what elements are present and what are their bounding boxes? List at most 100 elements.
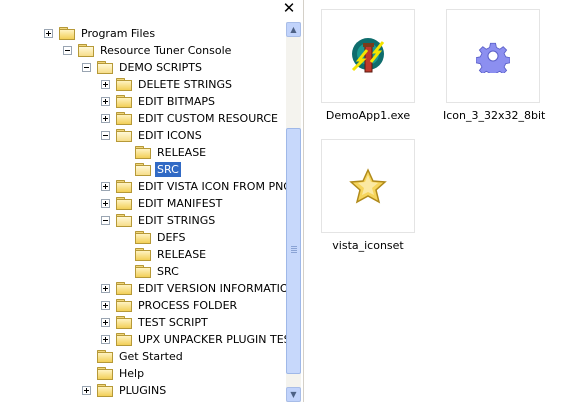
expand-toggle[interactable]: [101, 182, 110, 191]
folder-icon: [97, 384, 113, 397]
tree-node-plugins[interactable]: PLUGINS: [82, 382, 168, 399]
expand-toggle[interactable]: [101, 97, 110, 106]
file-view-pane: DemoApp1.exe Icon_3_32x32_8bit vista_ico…: [308, 0, 574, 402]
tree-node-defs[interactable]: DEFS: [120, 229, 188, 246]
folder-icon: [97, 350, 113, 363]
tree-node-label: Program Files: [81, 27, 156, 40]
expand-toggle[interactable]: [101, 284, 110, 293]
tree-node-process-folder[interactable]: PROCESS FOLDER: [101, 297, 239, 314]
file-label: Icon_3_32x32_8bit: [443, 109, 546, 122]
tree-node-src-selected[interactable]: SRC: [120, 161, 181, 178]
folder-icon: [116, 112, 132, 125]
file-item-icon-3[interactable]: Icon_3_32x32_8bit: [443, 9, 546, 122]
tree-node-resource-tuner-console[interactable]: Resource Tuner Console: [63, 42, 233, 59]
expand-toggle[interactable]: [44, 29, 53, 38]
tree-node-release[interactable]: RELEASE: [120, 246, 208, 263]
folder-icon: [135, 248, 151, 261]
tree-node-edit-icons[interactable]: EDIT ICONS: [101, 127, 204, 144]
folder-icon: [116, 197, 132, 210]
app-exe-icon: [351, 38, 385, 73]
expand-toggle[interactable]: [82, 386, 91, 395]
folder-icon: [97, 367, 113, 380]
tree-node-delete-strings[interactable]: DELETE STRINGS: [101, 76, 234, 93]
folder-icon: [116, 282, 132, 295]
folder-icon: [135, 265, 151, 278]
tree-node-label: UPX UNPACKER PLUGIN TEST: [138, 333, 286, 346]
collapse-toggle[interactable]: [82, 63, 91, 72]
folder-icon: [116, 180, 132, 193]
file-label: vista_iconset: [332, 239, 404, 252]
expand-toggle[interactable]: [101, 301, 110, 310]
tree-node-label: DELETE STRINGS: [138, 78, 232, 91]
collapse-toggle[interactable]: [63, 46, 72, 55]
tree-node-test-script[interactable]: TEST SCRIPT: [101, 314, 210, 331]
tree-node-src[interactable]: SRC: [120, 263, 181, 280]
tree-node-label: Get Started: [119, 350, 183, 363]
file-thumbnail: [446, 9, 540, 103]
tree-node-edit-custom-resource[interactable]: EDIT CUSTOM RESOURCE: [101, 110, 280, 127]
scrollbar-thumb[interactable]: [286, 128, 301, 374]
tree-node-demo-scripts[interactable]: DEMO SCRIPTS: [82, 59, 204, 76]
scroll-down-button[interactable]: ▼: [286, 387, 301, 402]
expand-toggle[interactable]: [101, 114, 110, 123]
collapse-toggle[interactable]: [101, 216, 110, 225]
tree-node-label: RELEASE: [157, 248, 207, 261]
tree-node-label: EDIT VERSION INFORMATION: [138, 282, 286, 295]
scrollbar-grip: [291, 246, 297, 253]
folder-icon: [116, 333, 132, 346]
tree-node-edit-vista-icon[interactable]: EDIT VISTA ICON FROM PNG: [101, 178, 286, 195]
tree-node-label: SRC: [155, 162, 181, 177]
folder-icon: [116, 78, 132, 91]
tree-node-help[interactable]: Help: [82, 365, 146, 382]
folder-tree: Program Files Resource Tuner Console DEM…: [0, 0, 286, 402]
tree-node-program-files[interactable]: Program Files: [44, 25, 157, 42]
tree-node-get-started[interactable]: Get Started: [82, 348, 185, 365]
star-icon: [349, 168, 387, 204]
tree-node-label: EDIT CUSTOM RESOURCE: [138, 112, 278, 125]
tree-node-edit-version-information[interactable]: EDIT VERSION INFORMATION: [101, 280, 286, 297]
folder-icon: [135, 231, 151, 244]
file-thumbnail: [321, 139, 415, 233]
expand-toggle[interactable]: [101, 318, 110, 327]
expand-toggle[interactable]: [101, 335, 110, 344]
tree-node-label: TEST SCRIPT: [138, 316, 208, 329]
file-item-vista-iconset[interactable]: vista_iconset: [318, 139, 418, 252]
folder-icon: [116, 299, 132, 312]
folder-icon: [116, 95, 132, 108]
vertical-scrollbar[interactable]: ▲ ▼: [286, 22, 301, 402]
tree-node-label: Resource Tuner Console: [100, 44, 232, 57]
folder-open-icon: [135, 163, 151, 176]
tree-node-label: DEFS: [157, 231, 186, 244]
tree-node-upx-unpacker[interactable]: UPX UNPACKER PLUGIN TEST: [101, 331, 286, 348]
tree-node-label: DEMO SCRIPTS: [119, 61, 202, 74]
folder-open-icon: [116, 129, 132, 142]
tree-node-edit-manifest[interactable]: EDIT MANIFEST: [101, 195, 224, 212]
gear-icon: [476, 42, 510, 73]
folder-tree-pane: Program Files Resource Tuner Console DEM…: [0, 0, 304, 402]
folder-icon: [116, 316, 132, 329]
tree-node-edit-bitmaps[interactable]: EDIT BITMAPS: [101, 93, 217, 110]
tree-node-label: EDIT STRINGS: [138, 214, 216, 227]
scroll-up-button[interactable]: ▲: [286, 22, 301, 37]
tree-node-release[interactable]: RELEASE: [120, 144, 208, 161]
folder-open-icon: [78, 44, 94, 57]
tree-node-label: EDIT VISTA ICON FROM PNG: [138, 180, 286, 193]
tree-node-label: Help: [119, 367, 145, 380]
close-pane-button[interactable]: ✕: [282, 0, 296, 18]
expand-toggle[interactable]: [101, 199, 110, 208]
folder-open-icon: [116, 214, 132, 227]
file-label: DemoApp1.exe: [325, 109, 411, 122]
folder-icon: [135, 146, 151, 159]
tree-node-edit-strings[interactable]: EDIT STRINGS: [101, 212, 217, 229]
file-item-demoapp1[interactable]: DemoApp1.exe: [318, 9, 418, 122]
tree-node-label: EDIT MANIFEST: [138, 197, 223, 210]
tree-node-label: EDIT BITMAPS: [138, 95, 216, 108]
expand-toggle[interactable]: [101, 80, 110, 89]
file-thumbnail: [321, 9, 415, 103]
folder-open-icon: [97, 61, 113, 74]
folder-icon: [59, 27, 75, 40]
tree-node-label: PROCESS FOLDER: [138, 299, 238, 312]
tree-node-label: EDIT ICONS: [138, 129, 202, 142]
collapse-toggle[interactable]: [101, 131, 110, 140]
tree-node-label: RELEASE: [157, 146, 207, 159]
